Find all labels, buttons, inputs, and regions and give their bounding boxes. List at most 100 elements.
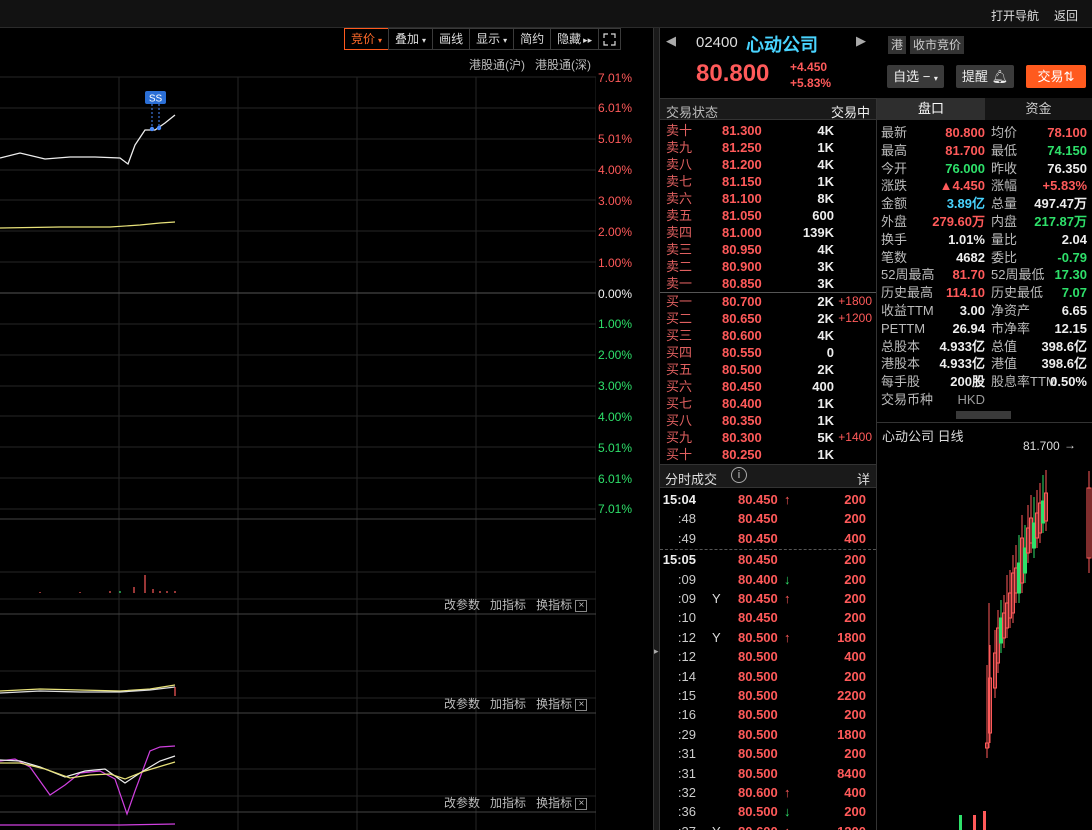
stat-item: 历史最高 114.10: [881, 284, 985, 302]
trade-row[interactable]: :31 80.500 8400: [660, 764, 876, 783]
watchlist-button[interactable]: 自选 − ▾: [887, 65, 944, 88]
trade-price: 80.500: [738, 746, 778, 762]
ask-row[interactable]: 卖十 81.300 4K: [660, 122, 876, 139]
trade-row[interactable]: :32 80.600 ↑ 400: [660, 783, 876, 802]
ask-row[interactable]: 卖二 80.900 3K: [660, 258, 876, 275]
add-indicator-link[interactable]: 加指标: [490, 796, 526, 810]
trade-row[interactable]: :14 80.500 200: [660, 667, 876, 686]
stock-name[interactable]: 心动公司: [746, 31, 818, 57]
bid-row[interactable]: 买九 80.300 5K +1400: [660, 429, 876, 446]
trade-volume: 1200: [837, 822, 866, 830]
top-bar: 打开导航 返回: [0, 0, 1092, 28]
stat-item: 总股本 4.933亿: [881, 338, 985, 356]
stat-label: 总量: [991, 196, 1018, 212]
ask-row[interactable]: 卖一 80.850 3K: [660, 275, 876, 292]
bid-row[interactable]: 买六 80.450 400: [660, 378, 876, 395]
bid-row[interactable]: 买五 80.500 2K: [660, 361, 876, 378]
trade-row[interactable]: :09 Y 80.450 ↑ 200: [660, 589, 876, 608]
trade-row[interactable]: :49 80.450 400: [660, 529, 876, 548]
close-icon[interactable]: ×: [575, 797, 588, 810]
stock-code: 02400: [696, 34, 738, 51]
bid-row[interactable]: 买三 80.600 4K: [660, 327, 876, 344]
dropdown-icon: ▾: [378, 36, 383, 45]
modify-params-link[interactable]: 改参数: [444, 697, 480, 711]
trade-row[interactable]: :12 80.500 400: [660, 647, 876, 666]
close-icon[interactable]: ×: [575, 698, 588, 711]
stat-label: 最低: [991, 142, 1018, 158]
trade-row[interactable]: :31 80.500 200: [660, 744, 876, 763]
scroll-handle[interactable]: [956, 411, 1011, 419]
tab-capital-flow[interactable]: 资金: [985, 98, 1092, 120]
ask-row[interactable]: 卖八 81.200 4K: [660, 156, 876, 173]
trade-row[interactable]: :16 80.500 200: [660, 705, 876, 724]
ask-row[interactable]: 卖四 81.000 139K: [660, 224, 876, 241]
ask-row[interactable]: 卖六 81.100 8K: [660, 190, 876, 207]
trade-row[interactable]: :29 80.500 1800: [660, 725, 876, 744]
trade-price: 80.500: [738, 688, 778, 703]
trade-button[interactable]: 交易⇅: [1026, 65, 1086, 88]
display-dropdown-button[interactable]: 显示 ▾: [469, 28, 515, 50]
stat-item: 均价 78.100: [991, 124, 1087, 142]
trade-row[interactable]: :12 Y 80.500 ↑ 1800: [660, 628, 876, 647]
trade-row[interactable]: :48 80.450 200: [660, 509, 876, 528]
expand-button[interactable]: [598, 28, 622, 50]
ask-row[interactable]: 卖九 81.250 1K: [660, 139, 876, 156]
intraday-chart-svg[interactable]: SS: [0, 73, 596, 830]
close-icon[interactable]: ×: [575, 599, 588, 612]
trade-row[interactable]: 15:05 80.450 200: [660, 550, 876, 569]
trade-row[interactable]: :09 80.400 ↓ 200: [660, 570, 876, 589]
trade-row[interactable]: 15:04 80.450 ↑ 200: [660, 490, 876, 509]
ask-row[interactable]: 卖五 81.050 600: [660, 207, 876, 224]
ask-row[interactable]: 卖三 80.950 4K: [660, 241, 876, 258]
trades-detail-button[interactable]: 详: [857, 469, 870, 488]
info-icon[interactable]: i: [731, 467, 747, 483]
bid-row[interactable]: 买四 80.550 0: [660, 344, 876, 361]
modify-params-link[interactable]: 改参数: [444, 796, 480, 810]
trade-time: :37: [660, 822, 696, 830]
trade-row[interactable]: :36 80.500 ↓ 200: [660, 802, 876, 821]
ask-volume: 4K: [817, 157, 834, 172]
stat-value: 81.700: [945, 142, 985, 158]
add-indicator-link[interactable]: 加指标: [490, 598, 526, 612]
replace-indicator-link[interactable]: 换指标: [536, 697, 572, 711]
replace-indicator-link[interactable]: 换指标: [536, 796, 572, 810]
tab-order-book[interactable]: 盘口: [877, 98, 985, 120]
back-link[interactable]: 返回: [1054, 7, 1078, 24]
bid-row[interactable]: 买八 80.350 1K: [660, 412, 876, 429]
bid-level-label: 买六: [666, 379, 693, 394]
draw-line-button[interactable]: 画线: [432, 28, 471, 50]
bid-row[interactable]: 买十 80.250 1K: [660, 446, 876, 463]
open-navigation-link[interactable]: 打开导航: [991, 7, 1039, 24]
daily-kline-chart[interactable]: [877, 443, 1092, 830]
bid-row[interactable]: 买二 80.650 2K +1200: [660, 310, 876, 327]
minus-icon: −: [922, 69, 931, 84]
modify-params-link[interactable]: 改参数: [444, 598, 480, 612]
trade-list[interactable]: 15:04 80.450 ↑ 200:48 80.450 200:49 80.450 400 1…: [660, 490, 876, 830]
simple-mode-button[interactable]: 简约: [513, 28, 552, 50]
bid-row[interactable]: 买一 80.700 2K +1800: [660, 293, 876, 310]
stat-item: 委比 -0.79: [991, 249, 1087, 267]
bid-row[interactable]: 买七 80.400 1K: [660, 395, 876, 412]
add-indicator-link[interactable]: 加指标: [490, 697, 526, 711]
stat-value: 0.50%: [1050, 374, 1087, 390]
stat-value: 7.07: [1061, 285, 1087, 301]
prev-stock-arrow-icon[interactable]: ◀: [666, 33, 676, 49]
ask-level-label: 卖三: [666, 242, 693, 257]
panel-collapse-handle[interactable]: ▸: [653, 28, 660, 830]
stat-label: 金额: [881, 196, 908, 212]
ask-row[interactable]: 卖七 81.150 1K: [660, 173, 876, 190]
legend-hk-connect-sh: 港股通(沪): [469, 58, 525, 72]
stat-label: 委比: [991, 249, 1018, 265]
trade-row[interactable]: :37 Y 80.600 ↑ 1200: [660, 822, 876, 830]
hide-button[interactable]: 隐藏 ▸▸: [550, 28, 600, 50]
stat-item: 最高 81.700: [881, 142, 985, 160]
stat-label: 52周最高: [881, 267, 935, 283]
replace-indicator-link[interactable]: 换指标: [536, 598, 572, 612]
trade-row[interactable]: :15 80.500 2200: [660, 686, 876, 705]
overlay-dropdown-button[interactable]: 叠加 ▾: [388, 28, 434, 50]
next-stock-arrow-icon[interactable]: ▶: [856, 33, 866, 49]
auction-dropdown-button[interactable]: 竞价 ▾: [344, 28, 390, 50]
alert-button[interactable]: 提醒 🔔︎: [956, 65, 1014, 88]
stat-value: 200股: [950, 374, 985, 390]
trade-row[interactable]: :10 80.450 200: [660, 608, 876, 627]
